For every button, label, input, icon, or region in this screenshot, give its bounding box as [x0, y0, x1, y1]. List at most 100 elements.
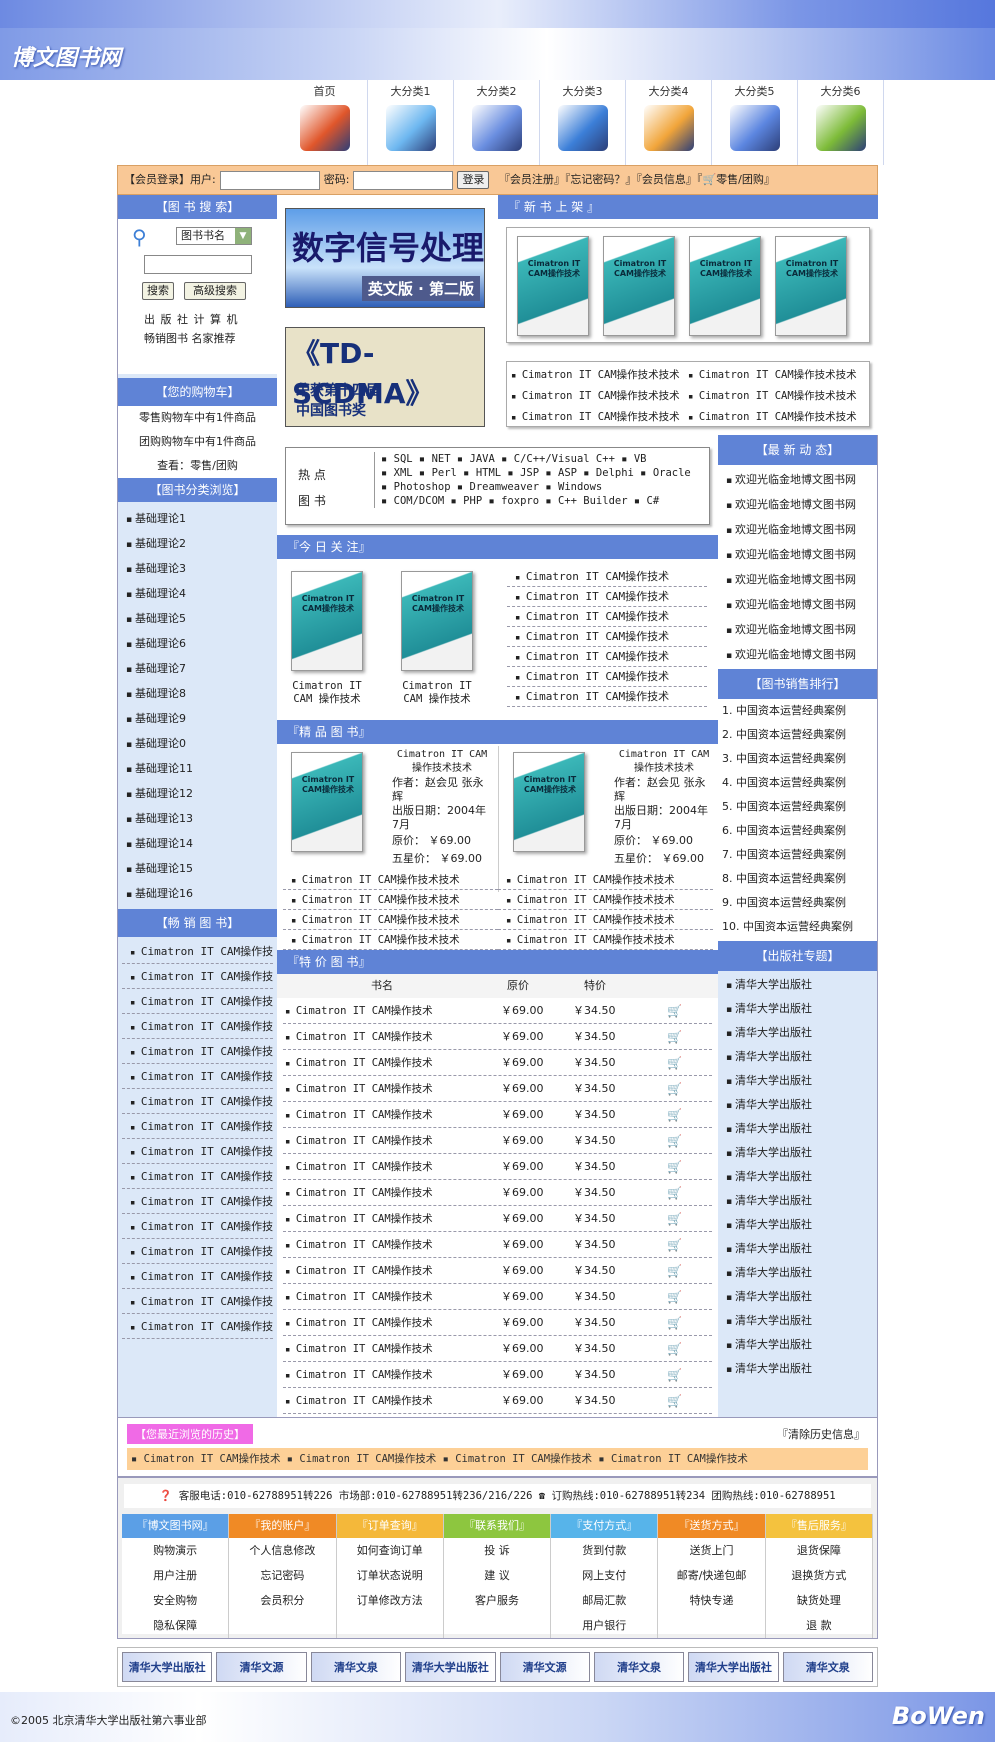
bestseller-item[interactable]: Cimatron IT CAM操作技术: [122, 1139, 273, 1164]
bestseller-item[interactable]: Cimatron IT CAM操作技术: [122, 1289, 273, 1314]
publisher-item[interactable]: 清华大学出版社: [718, 1213, 877, 1237]
category-item[interactable]: 基础理论2: [118, 531, 277, 556]
category-item[interactable]: 基础理论3: [118, 556, 277, 581]
cart-link[interactable]: 零售/团购』: [716, 173, 775, 186]
cart-icon[interactable]: 🛒: [667, 1154, 682, 1180]
publisher-item[interactable]: 清华大学出版社: [718, 1261, 877, 1285]
rank-item[interactable]: 2. 中国资本运营经典案例: [718, 723, 877, 747]
category-item[interactable]: 基础理论4: [118, 581, 277, 606]
new-book-link[interactable]: Cimatron IT CAM操作技术技术: [511, 365, 688, 386]
publisher-item[interactable]: 清华大学出版社: [718, 1333, 877, 1357]
footer-link[interactable]: 邮寄/快递包邮: [658, 1563, 764, 1588]
fine-book-cover[interactable]: Cimatron IT CAM操作技术: [291, 752, 363, 852]
cart-icon[interactable]: 🛒: [667, 1388, 682, 1414]
nav-item[interactable]: 首页: [282, 80, 368, 165]
fine-item[interactable]: Cimatron IT CAM操作技术技术: [283, 890, 498, 910]
category-item[interactable]: 基础理论5: [118, 606, 277, 631]
fine-item[interactable]: Cimatron IT CAM操作技术技术: [283, 910, 498, 930]
today-item[interactable]: Cimatron IT CAM操作技术: [507, 627, 707, 647]
cart-icon[interactable]: 🛒: [667, 1336, 682, 1362]
nav-item[interactable]: 大分类6: [798, 80, 884, 165]
partner-logo[interactable]: 清华文泉: [782, 1652, 873, 1682]
nav-item[interactable]: 大分类5: [712, 80, 798, 165]
publisher-item[interactable]: 清华大学出版社: [718, 1285, 877, 1309]
login-button[interactable]: 登录: [457, 171, 490, 189]
bestseller-item[interactable]: Cimatron IT CAM操作技术: [122, 1214, 273, 1239]
rank-item[interactable]: 1. 中国资本运营经典案例: [718, 699, 877, 723]
special-name[interactable]: Cimatron IT CAM操作技术: [285, 1102, 433, 1129]
special-row[interactable]: Cimatron IT CAM操作技术 ￥69.00 ￥34.50 🛒: [283, 1050, 712, 1076]
category-item[interactable]: 基础理论11: [118, 756, 277, 781]
fine-book-name[interactable]: Cimatron IT CAM 操作技术技术: [614, 748, 714, 776]
publisher-item[interactable]: 清华大学出版社: [718, 973, 877, 997]
search-links-1[interactable]: 出 版 社 计 算 机: [144, 311, 238, 327]
publisher-item[interactable]: 清华大学出版社: [718, 1189, 877, 1213]
news-item[interactable]: 欢迎光临金地博文图书网: [718, 592, 877, 617]
special-name[interactable]: Cimatron IT CAM操作技术: [285, 1362, 433, 1389]
publisher-item[interactable]: 清华大学出版社: [718, 1045, 877, 1069]
nav-item[interactable]: 大分类2: [454, 80, 540, 165]
footer-link[interactable]: 退换货方式: [766, 1563, 872, 1588]
hot-row-3[interactable]: ▪ Photoshop ▪ Dreamweaver ▪ Windows: [381, 480, 691, 494]
partner-logo[interactable]: 清华文泉: [310, 1652, 402, 1682]
new-book-link[interactable]: Cimatron IT CAM操作技术技术: [511, 407, 688, 428]
footer-link[interactable]: 订单修改方法: [337, 1588, 443, 1613]
cart-icon[interactable]: 🛒: [667, 1284, 682, 1310]
search-links-2[interactable]: 畅销图书 名家推荐: [144, 330, 236, 346]
publisher-item[interactable]: 清华大学出版社: [718, 1021, 877, 1045]
publisher-item[interactable]: 清华大学出版社: [718, 1093, 877, 1117]
rank-item[interactable]: 4. 中国资本运营经典案例: [718, 771, 877, 795]
member-links[interactable]: 『会员注册』『忘记密码？』『会员信息』『: [499, 173, 703, 186]
cart-view-link[interactable]: 查看：零售/团购: [118, 454, 277, 478]
today-caption-2[interactable]: Cimatron IT CAM 操作技术: [393, 680, 481, 706]
news-item[interactable]: 欢迎光临金地博文图书网: [718, 567, 877, 592]
special-row[interactable]: Cimatron IT CAM操作技术 ￥69.00 ￥34.50 🛒: [283, 1388, 712, 1414]
category-item[interactable]: 基础理论12: [118, 781, 277, 806]
category-item[interactable]: 基础理论0: [118, 731, 277, 756]
special-row[interactable]: Cimatron IT CAM操作技术 ￥69.00 ￥34.50 🛒: [283, 1232, 712, 1258]
bestseller-item[interactable]: Cimatron IT CAM操作技术: [122, 1064, 273, 1089]
banner-tdscdma[interactable]: 《TD-SCDMA》 荣获第十四届 中国图书奖: [285, 327, 485, 427]
new-book-cover[interactable]: Cimatron IT CAM操作技术: [689, 236, 761, 336]
publisher-item[interactable]: 清华大学出版社: [718, 1357, 877, 1381]
today-caption-1[interactable]: Cimatron IT CAM 操作技术: [283, 680, 371, 706]
today-item[interactable]: Cimatron IT CAM操作技术: [507, 567, 707, 587]
category-item[interactable]: 基础理论14: [118, 831, 277, 856]
fine-item[interactable]: Cimatron IT CAM操作技术技术: [283, 930, 498, 950]
today-cover-2[interactable]: Cimatron IT CAM操作技术: [401, 571, 473, 671]
cart-icon[interactable]: 🛒: [667, 1024, 682, 1050]
publisher-item[interactable]: 清华大学出版社: [718, 1069, 877, 1093]
special-name[interactable]: Cimatron IT CAM操作技术: [285, 1258, 433, 1285]
special-name[interactable]: Cimatron IT CAM操作技术: [285, 1128, 433, 1155]
special-row[interactable]: Cimatron IT CAM操作技术 ￥69.00 ￥34.50 🛒: [283, 1284, 712, 1310]
special-row[interactable]: Cimatron IT CAM操作技术 ￥69.00 ￥34.50 🛒: [283, 1154, 712, 1180]
partner-logo[interactable]: 清华文源: [216, 1652, 307, 1682]
special-name[interactable]: Cimatron IT CAM操作技术: [285, 1310, 433, 1337]
new-book-cover[interactable]: Cimatron IT CAM操作技术: [603, 236, 675, 336]
cart-icon[interactable]: 🛒: [667, 1232, 682, 1258]
footer-link[interactable]: 特快专递: [658, 1588, 764, 1613]
bestseller-item[interactable]: Cimatron IT CAM操作技术: [122, 1164, 273, 1189]
bestseller-item[interactable]: Cimatron IT CAM操作技术: [122, 964, 273, 989]
special-name[interactable]: Cimatron IT CAM操作技术: [285, 1232, 433, 1259]
footer-link[interactable]: 如何查询订单: [337, 1538, 443, 1563]
special-row[interactable]: Cimatron IT CAM操作技术 ￥69.00 ￥34.50 🛒: [283, 1258, 712, 1284]
news-item[interactable]: 欢迎光临金地博文图书网: [718, 617, 877, 642]
special-row[interactable]: Cimatron IT CAM操作技术 ￥69.00 ￥34.50 🛒: [283, 1024, 712, 1050]
partner-logo[interactable]: 清华文源: [499, 1652, 590, 1682]
partner-logo[interactable]: 清华大学出版社: [405, 1652, 496, 1682]
footer-link[interactable]: 会员积分: [229, 1588, 335, 1613]
site-logo[interactable]: 博文图书网: [11, 40, 121, 72]
rank-item[interactable]: 10. 中国资本运营经典案例: [718, 915, 877, 939]
special-name[interactable]: Cimatron IT CAM操作技术: [285, 1180, 433, 1207]
footer-link[interactable]: 订单状态说明: [337, 1563, 443, 1588]
category-item[interactable]: 基础理论16: [118, 881, 277, 906]
publisher-item[interactable]: 清华大学出版社: [718, 997, 877, 1021]
special-row[interactable]: Cimatron IT CAM操作技术 ￥69.00 ￥34.50 🛒: [283, 998, 712, 1024]
footer-link[interactable]: 客户服务: [444, 1588, 550, 1613]
footer-link[interactable]: 缺货处理: [766, 1588, 872, 1613]
cart-icon[interactable]: 🛒: [667, 1206, 682, 1232]
special-row[interactable]: Cimatron IT CAM操作技术 ￥69.00 ￥34.50 🛒: [283, 1180, 712, 1206]
news-item[interactable]: 欢迎光临金地博文图书网: [718, 517, 877, 542]
special-name[interactable]: Cimatron IT CAM操作技术: [285, 1024, 433, 1051]
